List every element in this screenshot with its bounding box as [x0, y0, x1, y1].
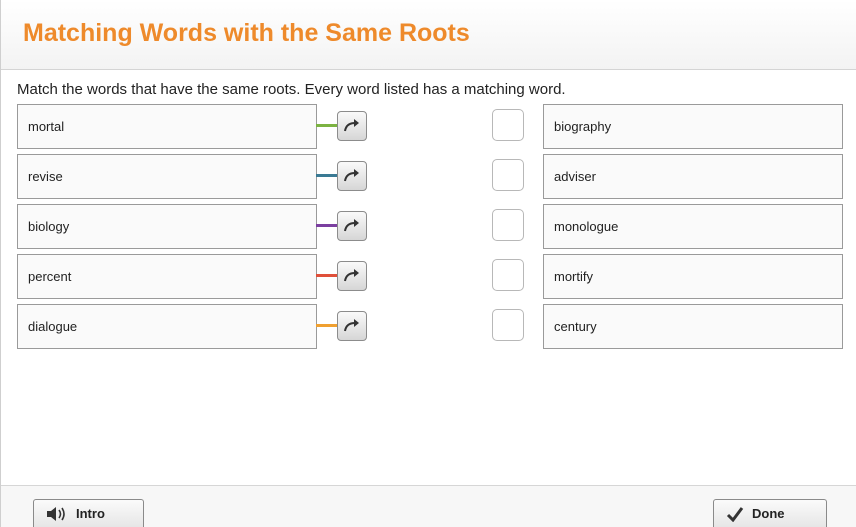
curved-arrow-icon: [344, 319, 359, 332]
checkmark-icon: [726, 506, 744, 522]
curved-arrow-icon: [344, 169, 359, 182]
match-arrow-button-4[interactable]: [337, 261, 367, 291]
left-word-biology: biology: [17, 204, 317, 249]
instruction-text: Match the words that have the same roots…: [17, 81, 566, 98]
drop-target-5[interactable]: [492, 309, 524, 341]
left-word-revise: revise: [17, 154, 317, 199]
header-bar: Matching Words with the Same Roots: [1, 0, 856, 70]
drop-target-1[interactable]: [492, 109, 524, 141]
drop-target-2[interactable]: [492, 159, 524, 191]
right-word-adviser: adviser: [543, 154, 843, 199]
connector-line-1: [316, 124, 337, 127]
match-arrow-button-3[interactable]: [337, 211, 367, 241]
match-arrow-button-5[interactable]: [337, 311, 367, 341]
drop-target-3[interactable]: [492, 209, 524, 241]
connector-line-4: [316, 274, 337, 277]
connector-line-5: [316, 324, 337, 327]
speaker-icon: [47, 506, 65, 521]
right-word-biography: biography: [543, 104, 843, 149]
page-title: Matching Words with the Same Roots: [23, 19, 470, 47]
left-word-dialogue: dialogue: [17, 304, 317, 349]
curved-arrow-icon: [344, 119, 359, 132]
drop-target-4[interactable]: [492, 259, 524, 291]
left-word-mortal: mortal: [17, 104, 317, 149]
right-word-century: century: [543, 304, 843, 349]
done-button[interactable]: Done: [713, 499, 827, 527]
curved-arrow-icon: [344, 269, 359, 282]
activity-frame: Matching Words with the Same Roots Match…: [0, 0, 856, 527]
connector-line-2: [316, 174, 337, 177]
intro-button[interactable]: Intro: [33, 499, 144, 527]
done-button-label: Done: [752, 506, 785, 521]
connector-line-3: [316, 224, 337, 227]
left-word-percent: percent: [17, 254, 317, 299]
match-arrow-button-2[interactable]: [337, 161, 367, 191]
right-word-mortify: mortify: [543, 254, 843, 299]
intro-button-label: Intro: [76, 506, 105, 521]
curved-arrow-icon: [344, 219, 359, 232]
match-arrow-button-1[interactable]: [337, 111, 367, 141]
right-word-monologue: monologue: [543, 204, 843, 249]
